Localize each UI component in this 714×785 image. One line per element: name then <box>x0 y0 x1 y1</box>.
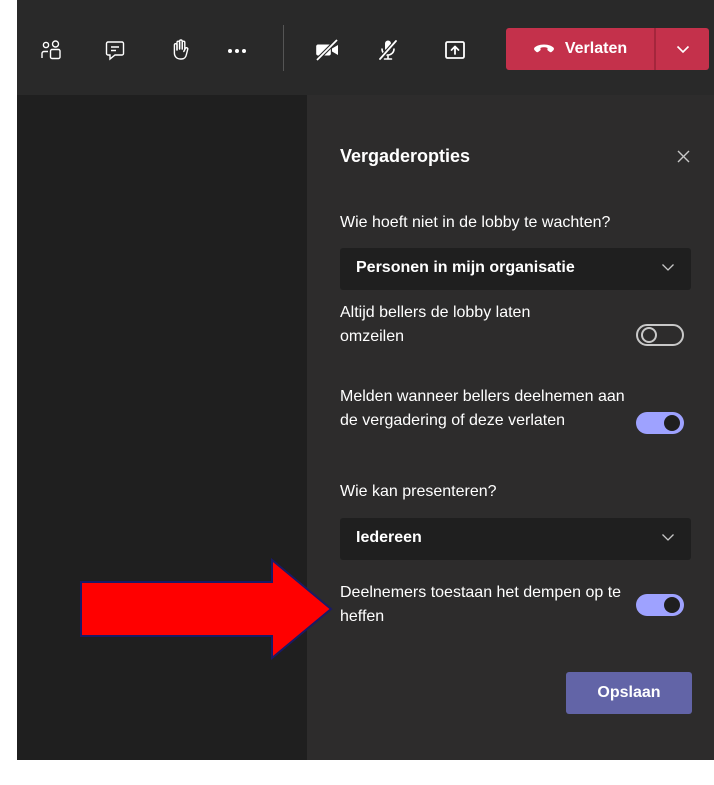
mic-off-icon <box>378 39 398 61</box>
toggle-knob <box>664 597 680 613</box>
share-screen-button[interactable] <box>435 30 475 70</box>
close-icon <box>677 150 689 162</box>
allow-unmute-toggle[interactable] <box>636 594 684 616</box>
meeting-options-panel: Vergaderopties Wie hoeft niet in de lobb… <box>307 95 714 760</box>
announce-callers-toggle[interactable] <box>636 412 684 434</box>
chevron-down-icon <box>662 534 674 541</box>
toggle-knob <box>664 415 680 431</box>
chevron-down-icon <box>662 264 674 271</box>
leave-options-button[interactable] <box>656 28 709 70</box>
meeting-toolbar: Verlaten <box>17 0 714 95</box>
presenter-question-label: Wie kan presenteren? <box>340 483 497 500</box>
lobby-question-label: Wie hoeft niet in de lobby te wachten? <box>340 214 611 231</box>
camera-off-icon <box>315 38 339 62</box>
bypass-lobby-toggle[interactable] <box>636 324 684 346</box>
chat-button[interactable] <box>95 30 135 70</box>
close-button[interactable] <box>672 145 694 167</box>
allow-unmute-label: Deelnemers toestaan het dempen op te hef… <box>340 584 622 625</box>
leave-button[interactable]: Verlaten <box>506 28 654 70</box>
panel-title: Vergaderopties <box>340 146 471 166</box>
toolbar-separator <box>283 25 284 71</box>
more-options-icon <box>228 49 246 53</box>
annotation-arrow-icon <box>80 558 333 660</box>
chevron-down-icon <box>676 45 689 53</box>
raise-hand-icon <box>173 39 189 60</box>
announce-callers-label: Melden wanneer bellers deelnemen aan de … <box>340 388 625 429</box>
bypass-lobby-label: Altijd bellers de lobby laten omzeilen <box>340 304 531 345</box>
save-button[interactable]: Opslaan <box>566 672 692 714</box>
participants-icon <box>41 40 61 60</box>
toggle-knob <box>641 327 657 343</box>
share-screen-icon <box>445 41 465 59</box>
camera-toggle-button[interactable] <box>308 30 348 70</box>
mic-toggle-button[interactable] <box>368 30 408 70</box>
more-options-button[interactable] <box>217 30 257 70</box>
chat-icon <box>105 41 125 61</box>
teams-meeting-window: Verlaten Vergaderopties Wie hoeft niet i… <box>17 0 714 760</box>
presenter-dropdown[interactable]: Iedereen <box>340 518 691 560</box>
lobby-dropdown-value: Personen in mijn organisatie <box>356 259 575 276</box>
lobby-dropdown[interactable]: Personen in mijn organisatie <box>340 248 691 290</box>
raise-hand-button[interactable] <box>160 30 200 70</box>
leave-button-label: Verlaten <box>564 40 628 57</box>
participants-button[interactable] <box>31 30 71 70</box>
presenter-dropdown-value: Iedereen <box>356 529 422 546</box>
hang-up-icon <box>533 44 554 53</box>
leave-button-group: Verlaten <box>506 28 709 70</box>
